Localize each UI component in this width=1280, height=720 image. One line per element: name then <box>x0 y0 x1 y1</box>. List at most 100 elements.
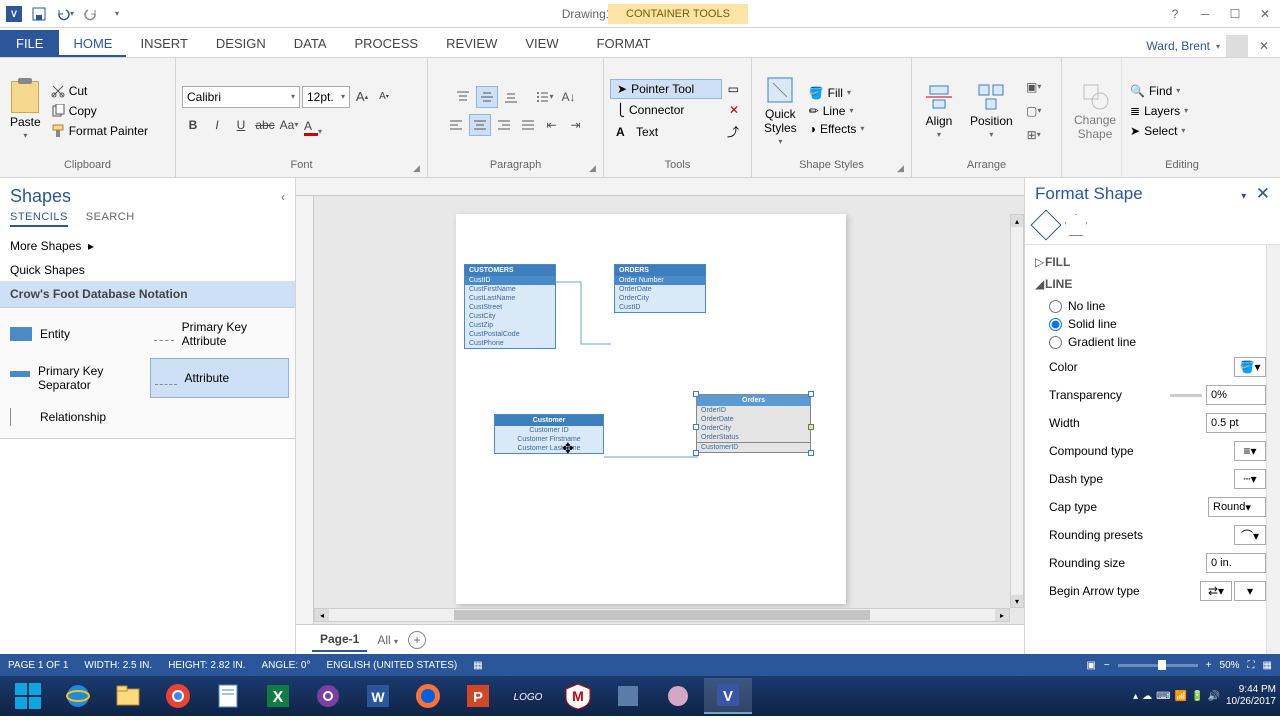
tray-up-icon[interactable]: ▴ <box>1133 691 1138 702</box>
user-avatar[interactable] <box>1226 35 1248 57</box>
find-button[interactable]: 🔍Find▾ <box>1128 83 1190 99</box>
zoom-slider[interactable] <box>1118 664 1198 667</box>
fit-page-icon[interactable]: ⛶ <box>1248 660 1255 671</box>
align-right-button[interactable] <box>493 114 515 136</box>
format-painter-button[interactable]: Format Painter <box>49 123 150 139</box>
tab-home[interactable]: HOME <box>59 30 126 57</box>
tab-design[interactable]: DESIGN <box>202 30 280 57</box>
grow-font-button[interactable]: A▴ <box>352 87 372 107</box>
page-tab-1[interactable]: Page-1 <box>312 628 367 652</box>
fill-line-tab-icon[interactable] <box>1030 209 1061 240</box>
tab-process[interactable]: PROCESS <box>341 30 433 57</box>
font-dialog-launcher-icon[interactable]: ◢ <box>413 163 425 175</box>
compound-type-picker[interactable]: ≡▾ <box>1234 441 1266 461</box>
search-tab[interactable]: SEARCH <box>86 211 135 227</box>
tray-sound-icon[interactable]: 🔊 <box>1207 691 1219 702</box>
line-button[interactable]: ✏Line▾ <box>807 103 867 119</box>
start-button[interactable] <box>4 678 52 714</box>
rounding-size-input[interactable]: 0 in. <box>1206 553 1266 573</box>
status-language[interactable]: ENGLISH (UNITED STATES) <box>326 660 457 671</box>
taskbar-ie-icon[interactable] <box>54 678 102 714</box>
entity-orders2[interactable]: Orders OrderID OrderDate OrderCity Order… <box>696 394 811 453</box>
send-back-button[interactable]: ▢▾ <box>1023 100 1045 122</box>
help-icon[interactable]: ? <box>1160 0 1190 28</box>
text-direction-button[interactable]: A↓ <box>558 86 580 108</box>
transparency-input[interactable]: 0% <box>1206 385 1266 405</box>
tab-review[interactable]: REVIEW <box>432 30 511 57</box>
taskbar-excel-icon[interactable]: X <box>254 678 302 714</box>
file-tab[interactable]: FILE <box>0 30 59 57</box>
underline-button[interactable]: U <box>230 114 252 136</box>
delete-connector-button[interactable]: ✕ <box>723 101 745 119</box>
select-button[interactable]: ➤Select▾ <box>1128 123 1190 139</box>
taskbar-visio-icon[interactable]: V <box>704 678 752 714</box>
font-color-button[interactable]: A▾ <box>302 114 324 136</box>
more-shapes-button[interactable]: More Shapes ▸ <box>0 233 295 259</box>
change-case-button[interactable]: Aa▾ <box>278 114 300 136</box>
no-line-radio[interactable]: No line <box>1049 297 1280 315</box>
taskbar-chrome-icon[interactable] <box>154 678 202 714</box>
rectangle-tool-button[interactable]: ▭ <box>722 79 745 99</box>
canvas-horizontal-scrollbar[interactable]: ◂ ▸ <box>314 608 1010 622</box>
tab-insert[interactable]: INSERT <box>126 30 201 57</box>
status-page[interactable]: PAGE 1 OF 1 <box>8 660 68 671</box>
solid-line-radio[interactable]: Solid line <box>1049 315 1280 333</box>
shape-pk-separator[interactable]: Primary Key Separator <box>6 358 146 398</box>
begin-arrow-picker[interactable]: ⇄▾ <box>1200 581 1232 601</box>
close-doc-icon[interactable]: ✕ <box>1254 36 1274 56</box>
copy-button[interactable]: Copy <box>49 103 150 119</box>
taskbar-firefox-icon[interactable] <box>404 678 452 714</box>
task-pane-options-icon[interactable]: ▾ <box>1241 191 1246 202</box>
connection-point-button[interactable]: ⤴ <box>721 121 745 142</box>
align-button[interactable]: Align▾ <box>918 80 960 141</box>
align-bottom-button[interactable] <box>500 86 522 108</box>
align-top-button[interactable] <box>452 86 474 108</box>
transparency-slider[interactable] <box>1170 394 1202 397</box>
undo-icon[interactable]: ▾ <box>54 3 76 25</box>
line-color-picker[interactable]: 🪣▾ <box>1234 357 1266 377</box>
styles-dialog-launcher-icon[interactable]: ◢ <box>897 163 909 175</box>
zoom-level[interactable]: 50% <box>1220 660 1240 671</box>
group-button[interactable]: ⊞▾ <box>1023 124 1045 146</box>
quick-shapes-button[interactable]: Quick Shapes <box>0 259 295 281</box>
maximize-icon[interactable]: ☐ <box>1220 0 1250 28</box>
line-width-input[interactable]: 0.5 pt <box>1206 413 1266 433</box>
tray-battery-icon[interactable]: 🔋 <box>1191 691 1203 702</box>
effects-button[interactable]: ◑Effects▾ <box>807 121 867 137</box>
fill-section-header[interactable]: ▷FILL <box>1035 251 1280 273</box>
taskbar-mcafee-icon[interactable]: M <box>554 678 602 714</box>
entity-customers[interactable]: CUSTOMERS CustID CustFirstName CustLastN… <box>464 264 556 349</box>
shape-attribute[interactable]: Attribute <box>150 358 290 398</box>
taskbar-settings-icon[interactable] <box>304 678 352 714</box>
bold-button[interactable]: B <box>182 114 204 136</box>
taskbar-app1-icon[interactable] <box>604 678 652 714</box>
switch-windows-icon[interactable]: ▦ <box>1263 660 1272 671</box>
tray-onedrive-icon[interactable]: ☁ <box>1142 691 1152 702</box>
drawing-canvas[interactable]: CUSTOMERS CustID CustFirstName CustLastN… <box>296 196 1024 654</box>
increase-indent-button[interactable]: ⇥ <box>565 114 587 136</box>
cap-type-picker[interactable]: Round▾ <box>1208 497 1266 517</box>
bullets-button[interactable]: ▾ <box>534 86 556 108</box>
position-button[interactable]: Position▾ <box>964 80 1019 141</box>
pointer-tool-button[interactable]: ➤Pointer Tool <box>610 79 722 99</box>
bring-front-button[interactable]: ▣▾ <box>1023 76 1045 98</box>
minimize-icon[interactable]: ─ <box>1190 0 1220 28</box>
paste-button[interactable]: Paste ▾ <box>6 77 45 144</box>
cut-button[interactable]: Cut <box>49 83 150 99</box>
tab-format[interactable]: FORMAT <box>583 30 665 57</box>
user-name[interactable]: Ward, Brent <box>1146 39 1210 53</box>
tray-network-icon[interactable]: 📶 <box>1175 691 1187 702</box>
font-size-combo[interactable]: 12pt.▾ <box>302 86 350 108</box>
taskbar-snip-icon[interactable] <box>654 678 702 714</box>
layers-button[interactable]: ≣Layers▾ <box>1128 103 1190 119</box>
begin-arrow-size-picker[interactable]: ▾ <box>1234 581 1266 601</box>
shape-pk-attribute[interactable]: Primary Key Attribute <box>150 314 290 354</box>
macro-recorder-icon[interactable]: ▦ <box>473 660 482 671</box>
active-stencil[interactable]: Crow's Foot Database Notation <box>0 281 295 307</box>
align-left-button[interactable] <box>445 114 467 136</box>
qat-customize-icon[interactable]: ▾ <box>106 3 128 25</box>
align-middle-button[interactable] <box>476 86 498 108</box>
tray-keyboard-icon[interactable]: ⌨ <box>1156 691 1170 702</box>
tab-data[interactable]: DATA <box>280 30 341 57</box>
save-icon[interactable] <box>28 3 50 25</box>
